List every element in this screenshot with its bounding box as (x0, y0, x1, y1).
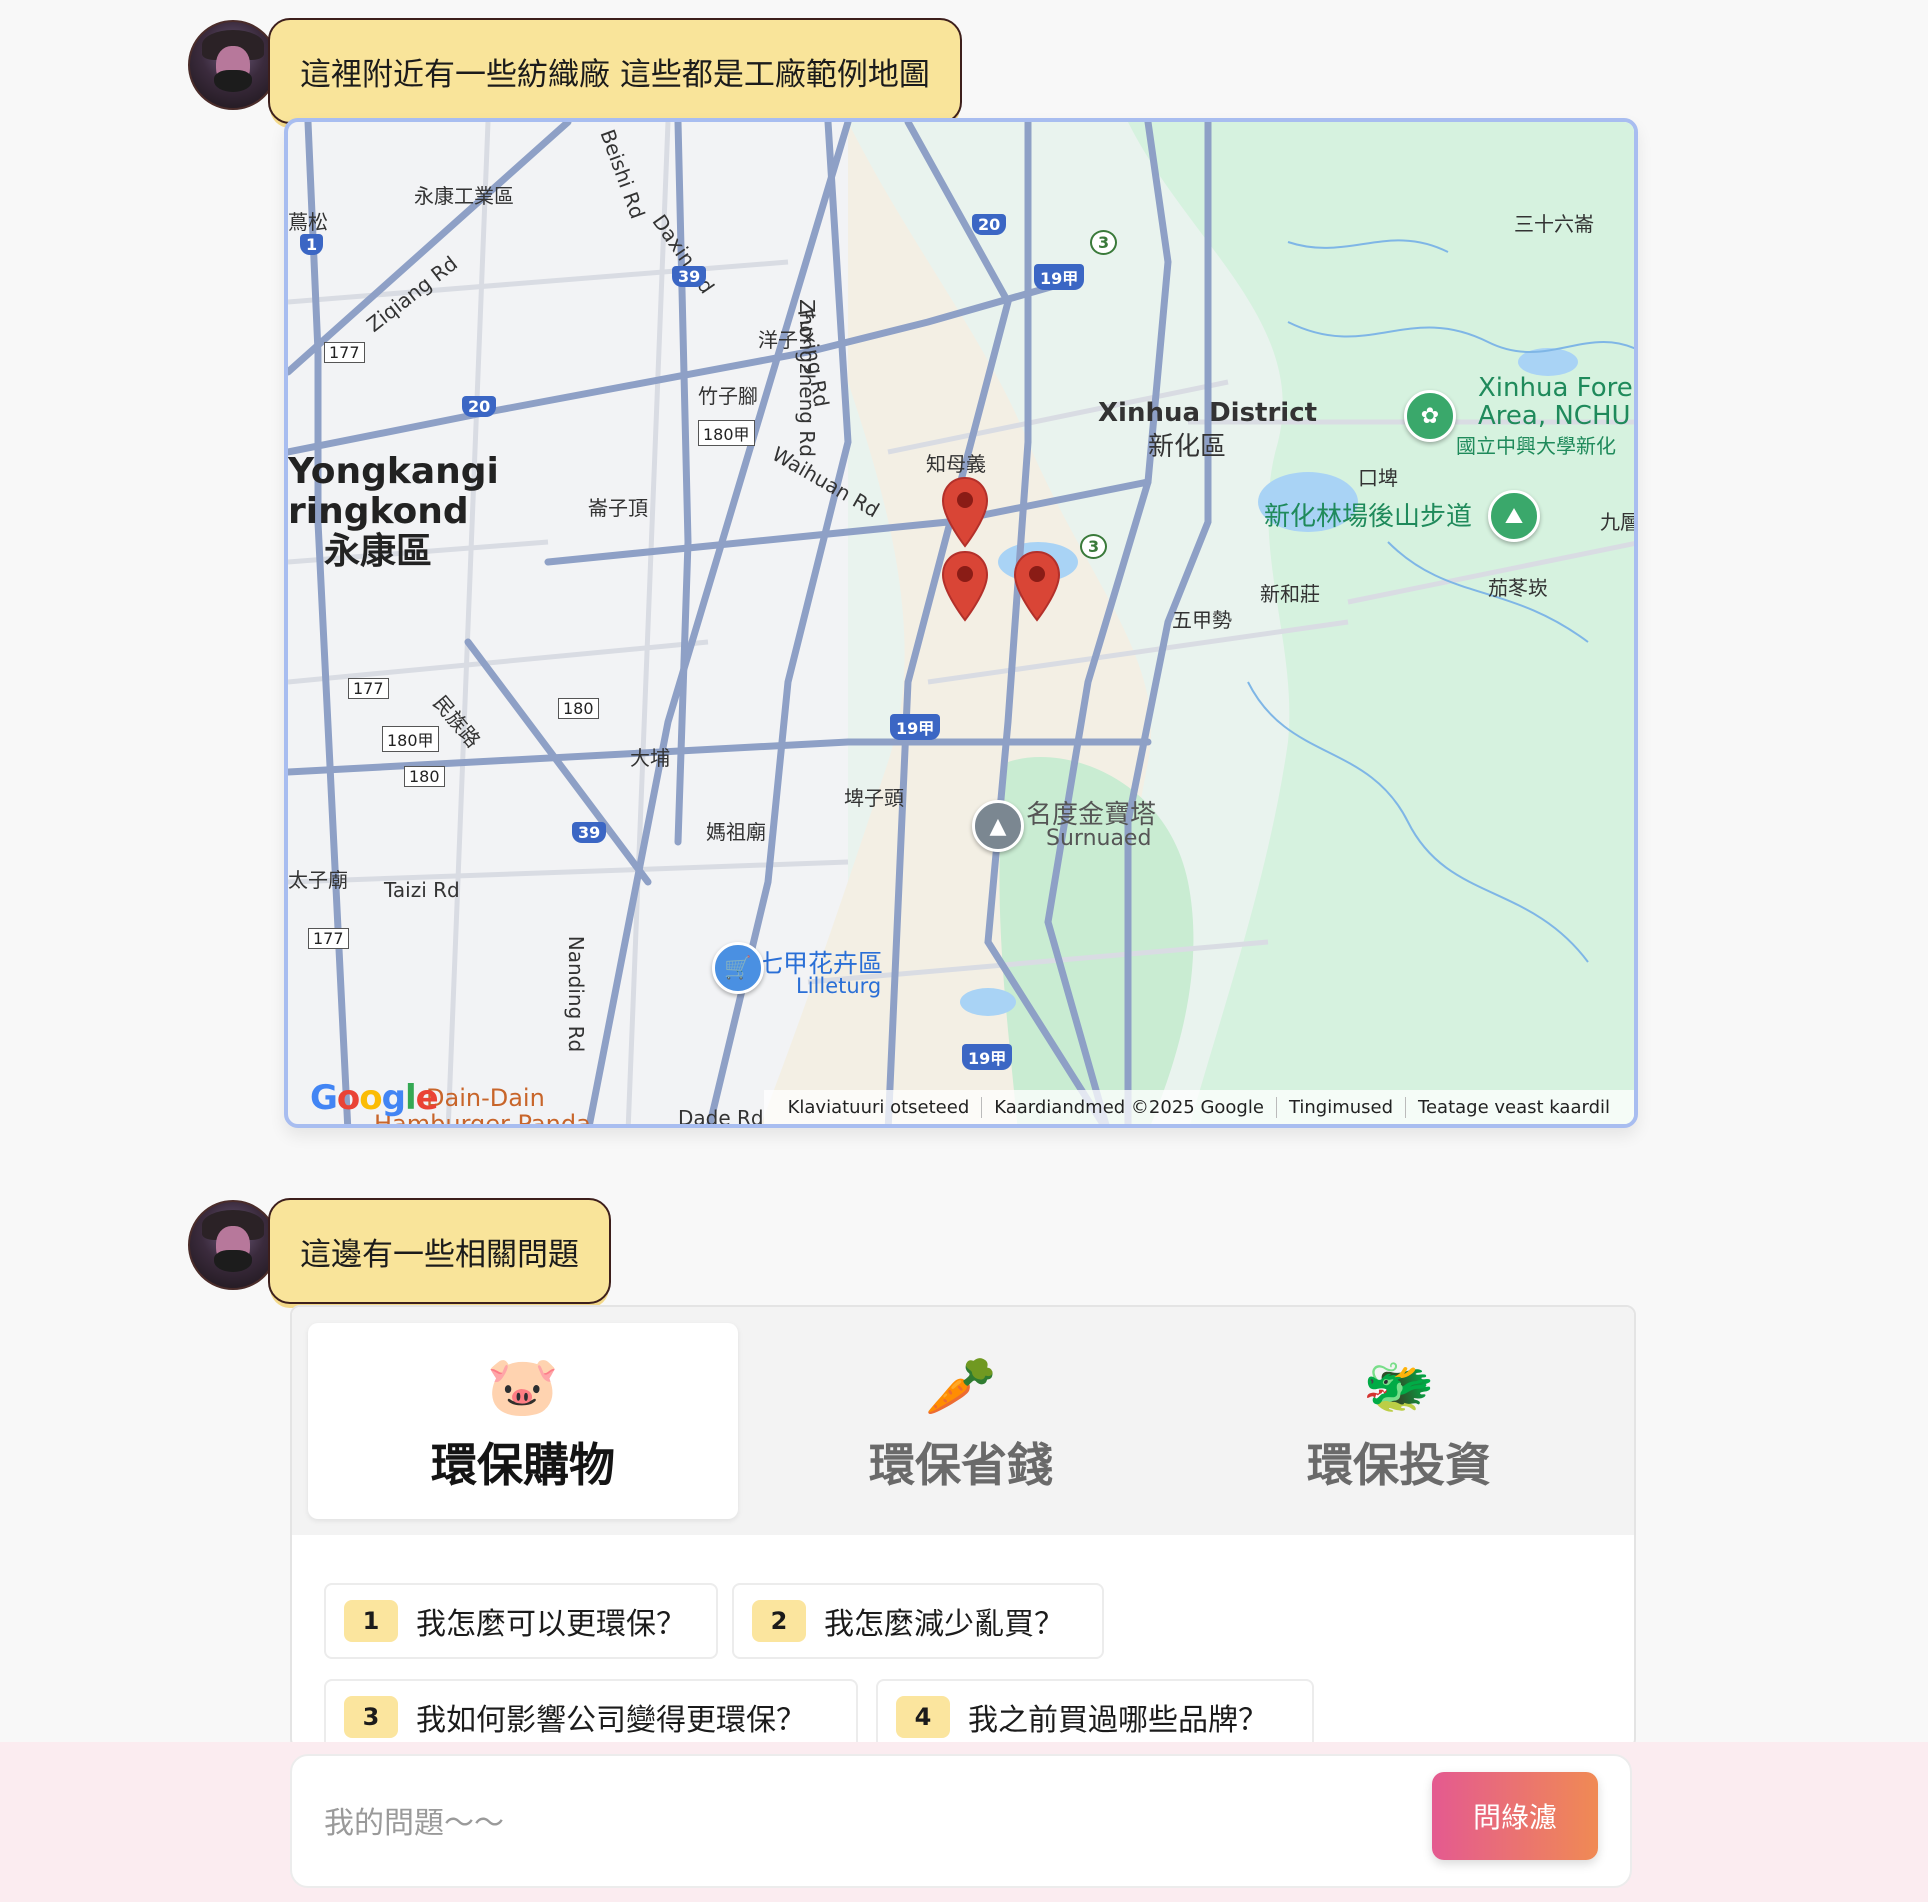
question-text: 我怎麼減少亂買？ (824, 1607, 1064, 1642)
map-label: 洋子 (758, 328, 798, 352)
map-label: 大埔 (630, 746, 670, 770)
terms-link[interactable]: Tingimused (1275, 1096, 1405, 1118)
map-label: 九層 (1600, 510, 1638, 534)
tab-label: 環保購物 (431, 1438, 615, 1492)
map-label: 知母義 (926, 452, 986, 476)
factory-pin-marker[interactable] (1012, 550, 1062, 622)
map-label: 媽祖廟 (706, 820, 766, 844)
map-label: Nanding Rd (564, 935, 589, 1053)
route-shield: 20 (462, 396, 497, 417)
google-logo: Google (310, 1078, 439, 1118)
factory-pin-marker[interactable] (940, 476, 990, 548)
map-label-district: Yongkangi ringkond 永康區 (288, 451, 499, 572)
tab-label: 環保省錢 (869, 1438, 1053, 1492)
assistant-avatar (188, 1200, 278, 1290)
question-text: 我怎麼可以更環保？ (416, 1607, 686, 1642)
tab-eco-shopping[interactable]: 🐷 環保購物 (308, 1323, 738, 1519)
map-label: Dain-Dain (426, 1084, 545, 1112)
route-shield: 39 (672, 266, 707, 287)
dragon-icon: 🐲 (1362, 1352, 1436, 1420)
route-shield: 177 (324, 342, 365, 363)
category-tabs: 🐷 環保購物 🥕 環保省錢 🐲 環保投資 (292, 1307, 1634, 1535)
question-input[interactable] (322, 1790, 1366, 1856)
assistant-message-bubble: 這裡附近有一些紡織廠 這些都是工廠範例地圖 (268, 18, 962, 124)
tab-eco-saving[interactable]: 🥕 環保省錢 (746, 1323, 1176, 1519)
route-shield: 180 (404, 766, 445, 787)
route-shield: 180 (558, 698, 599, 719)
pagoda-icon[interactable]: ▲ (972, 800, 1024, 852)
map-label: Dade Rd (678, 1106, 764, 1128)
question-number: 4 (896, 1696, 950, 1738)
map-label-poi: 新化林場後山步道 (1264, 502, 1473, 532)
route-shield: 3 (1090, 230, 1118, 255)
map-label-district: 新化區 (1148, 432, 1227, 462)
map-label: 口埤 (1358, 466, 1398, 490)
message-text: 這裡附近有一些紡織廠 這些都是工廠範例地圖 (300, 56, 930, 93)
map-label: 埤子頭 (844, 786, 904, 810)
map-label: 三十六崙 (1514, 212, 1594, 236)
report-error-link[interactable]: Teatage veast kaardil (1405, 1096, 1622, 1118)
map-label: 茄苳崁 (1488, 576, 1548, 600)
route-shield: 180甲 (698, 420, 755, 446)
map-label: 五甲勢 (1172, 608, 1232, 632)
factory-map[interactable]: 永康工業區 蔦松 Ziqiang Rd Beishi Rd Daxin Rd 洋… (284, 118, 1638, 1128)
route-shield: 19甲 (890, 714, 941, 740)
carrot-icon: 🥕 (924, 1352, 998, 1420)
suggested-question[interactable]: 1 我怎麼可以更環保？ (324, 1583, 718, 1659)
route-shield: 177 (348, 678, 389, 699)
route-shield: 3 (1080, 534, 1108, 559)
map-label: 竹子腳 (698, 384, 758, 408)
map-label: Taizi Rd (384, 878, 460, 902)
map-label-poi: Surnuaed (1046, 826, 1152, 851)
question-number: 3 (344, 1696, 398, 1738)
route-shield: 1 (300, 234, 324, 255)
pig-icon: 🐷 (486, 1352, 560, 1420)
map-data-credit: Kaardiandmed ©2025 Google (981, 1096, 1276, 1118)
question-text: 我如何影響公司變得更環保？ (416, 1703, 806, 1738)
question-panel: 🐷 環保購物 🥕 環保省錢 🐲 環保投資 1 我怎麼可以更環保？ 2 我怎麼減少… (290, 1305, 1636, 1749)
ask-button[interactable]: 問綠濾 (1432, 1772, 1598, 1860)
question-text: 我之前買過哪些品牌？ (968, 1703, 1268, 1738)
assistant-avatar (188, 20, 278, 110)
route-shield: 19甲 (1034, 264, 1085, 290)
map-label: 新和莊 (1260, 582, 1320, 606)
map-label-district: Xinhua District (1098, 398, 1318, 428)
route-shield: 19甲 (962, 1044, 1013, 1070)
keyboard-shortcuts-link[interactable]: Klaviatuuri otseteed (776, 1097, 982, 1118)
suggested-question[interactable]: 4 我之前買過哪些品牌？ (876, 1679, 1314, 1747)
map-label-poi: Lilleturg (796, 974, 882, 998)
assistant-message-bubble: 這邊有一些相關問題 (268, 1198, 611, 1304)
tab-label: 環保投資 (1307, 1438, 1491, 1492)
tab-eco-investing[interactable]: 🐲 環保投資 (1184, 1323, 1614, 1519)
message-text: 這邊有一些相關問題 (300, 1236, 579, 1273)
factory-pin-marker[interactable] (940, 550, 990, 622)
route-shield: 39 (572, 822, 607, 843)
map-label-poi: Xinhua Fores Area, NCHU (1478, 373, 1634, 431)
question-number: 2 (752, 1600, 806, 1642)
shopping-cart-icon[interactable]: 🛒 (712, 942, 764, 994)
question-number: 1 (344, 1600, 398, 1642)
park-icon[interactable]: ✿ (1404, 390, 1456, 442)
route-shield: 180甲 (382, 726, 439, 752)
hiking-icon[interactable]: ⛰ (1488, 490, 1540, 542)
map-label: 蔦松 (288, 210, 328, 234)
route-shield: 177 (308, 928, 349, 949)
map-label-poi: 國立中興大學新化 (1456, 434, 1616, 458)
map-label: 永康工業區 (414, 184, 514, 208)
composer: 問綠濾 (290, 1754, 1632, 1888)
route-shield: 20 (972, 214, 1007, 235)
map-canvas (288, 122, 1634, 1124)
map-attribution: Klaviatuuri otseteed Kaardiandmed ©2025 … (763, 1090, 1634, 1124)
suggested-question[interactable]: 3 我如何影響公司變得更環保？ (324, 1679, 858, 1747)
map-label: 太子廟 (288, 868, 348, 892)
suggested-question[interactable]: 2 我怎麼減少亂買？ (732, 1583, 1104, 1659)
map-label: 崙子頂 (588, 496, 648, 520)
